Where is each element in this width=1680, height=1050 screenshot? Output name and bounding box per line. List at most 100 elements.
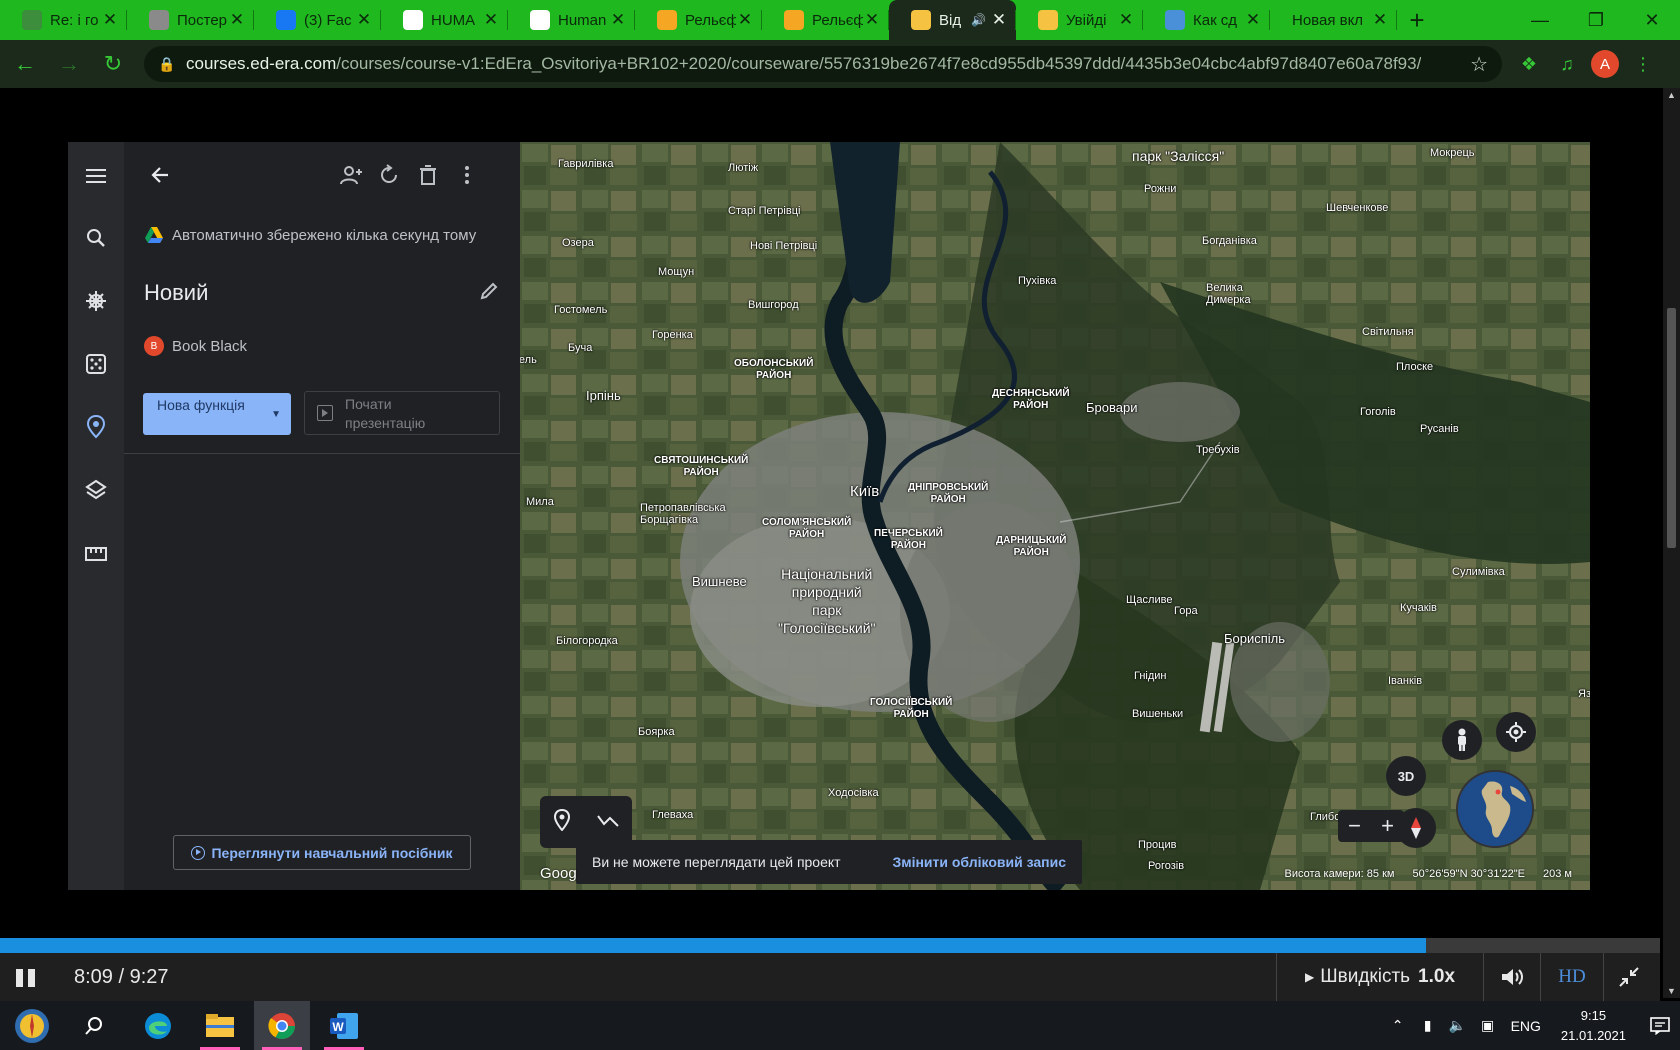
map-label: Гостомель xyxy=(554,304,608,316)
browser-tab[interactable]: Новая вкл ✕ xyxy=(1270,0,1397,40)
browser-tab[interactable]: Рельєф ✕ xyxy=(762,0,889,40)
edit-pencil-icon[interactable] xyxy=(476,278,502,304)
switch-account-link[interactable]: Змінити обліковий запис xyxy=(892,854,1066,870)
tab-audio-icon[interactable]: 🔊 xyxy=(971,13,986,27)
more-options-icon[interactable] xyxy=(452,160,482,190)
reload-icon[interactable]: ↻ xyxy=(94,45,132,83)
tab-close-icon[interactable]: ✕ xyxy=(736,10,754,30)
map-label: Пухівка xyxy=(1018,275,1057,287)
tab-close-icon[interactable]: ✕ xyxy=(1244,10,1262,30)
menu-icon[interactable] xyxy=(68,156,124,196)
tab-close-icon[interactable]: ✕ xyxy=(863,10,881,30)
undo-history-icon[interactable] xyxy=(374,160,404,190)
tab-title: Від xyxy=(939,11,962,29)
map-label: Шевченкове xyxy=(1326,202,1389,214)
bookmark-star-icon[interactable]: ☆ xyxy=(1470,52,1488,77)
scroll-down-arrow-icon[interactable]: ▼ xyxy=(1663,986,1680,996)
tab-close-icon[interactable]: ✕ xyxy=(228,10,246,30)
start-presentation-button[interactable]: Почати презентацію xyxy=(304,391,500,435)
project-title[interactable]: Новий xyxy=(144,280,208,306)
projects-pin-icon[interactable] xyxy=(68,407,124,447)
measure-ruler-icon[interactable] xyxy=(68,534,124,574)
network-icon[interactable]: ▣ xyxy=(1475,1017,1501,1034)
tab-close-icon[interactable]: ✕ xyxy=(1371,10,1389,30)
map-label: Світильня xyxy=(1362,326,1414,338)
google-earth-embed: Автоматично збережено кілька секунд тому… xyxy=(68,142,1590,890)
notifications-icon[interactable] xyxy=(1640,1001,1680,1050)
tab-close-icon[interactable]: ✕ xyxy=(482,10,500,30)
edge-browser-icon[interactable] xyxy=(130,1001,186,1050)
tab-close-icon[interactable]: ✕ xyxy=(609,10,627,30)
access-message: Ви не можете переглядати цей проект xyxy=(592,854,841,870)
video-timecode: 8:09 / 9:27 xyxy=(74,966,169,988)
relief-icon xyxy=(657,10,677,30)
restore-button[interactable]: ❐ xyxy=(1568,0,1624,40)
browser-tab[interactable]: HUMA ✕ xyxy=(381,0,508,40)
view-tutorial-button[interactable]: Переглянути навчальний посібник xyxy=(173,835,471,870)
minimize-button[interactable]: — xyxy=(1512,0,1568,40)
map-label: Ходосівка xyxy=(828,787,879,799)
back-arrow-icon[interactable]: ← xyxy=(6,45,44,83)
pegman-street-view-icon[interactable] xyxy=(1442,720,1482,760)
scrollbar-thumb[interactable] xyxy=(1667,308,1676,548)
search-icon[interactable] xyxy=(66,1001,122,1050)
input-language[interactable]: ENG xyxy=(1511,1018,1541,1034)
volume-icon[interactable] xyxy=(1500,965,1526,989)
tab-close-icon[interactable]: ✕ xyxy=(355,10,373,30)
battery-icon[interactable]: ▮ xyxy=(1415,1017,1441,1034)
new-tab-button[interactable]: + xyxy=(1397,0,1437,40)
owner-avatar: B xyxy=(144,336,164,356)
browser-tab[interactable]: Как сд ✕ xyxy=(1143,0,1270,40)
tab-title: Re: і го xyxy=(50,11,99,29)
word-app-icon[interactable]: W xyxy=(316,1001,372,1050)
forward-arrow-icon[interactable]: → xyxy=(50,45,88,83)
profile-avatar[interactable]: A xyxy=(1591,50,1619,78)
page-scrollbar[interactable]: ▲ ▼ xyxy=(1663,88,1680,998)
scroll-up-arrow-icon[interactable]: ▲ xyxy=(1663,90,1680,100)
draw-line-icon[interactable] xyxy=(596,812,620,833)
tab-close-icon[interactable]: ✕ xyxy=(101,10,119,30)
browser-tab[interactable]: Від 🔊 ✕ xyxy=(889,0,1016,40)
hd-quality-button[interactable]: HD xyxy=(1540,953,1604,1001)
globe-overview-icon[interactable] xyxy=(1456,770,1534,848)
map-label: парк "Залісся" xyxy=(1132,148,1225,164)
browser-tab[interactable]: Постер ✕ xyxy=(127,0,254,40)
zoom-in-icon[interactable]: + xyxy=(1381,813,1394,839)
share-add-person-icon[interactable] xyxy=(336,160,366,190)
video-progress-bar[interactable] xyxy=(0,938,1660,953)
media-controls-icon[interactable]: ♫ xyxy=(1548,45,1586,83)
file-explorer-icon[interactable] xyxy=(192,1001,248,1050)
pause-icon[interactable] xyxy=(16,969,36,987)
map-style-layers-icon[interactable] xyxy=(68,470,124,510)
browser-tab[interactable]: Увійді ✕ xyxy=(1016,0,1143,40)
browser-tab[interactable]: Human ✕ xyxy=(508,0,635,40)
browser-tab[interactable]: (3) Fac ✕ xyxy=(254,0,381,40)
address-bar[interactable]: 🔒 courses.ed-era.com /courses/course-v1:… xyxy=(144,46,1502,82)
back-arrow-icon[interactable] xyxy=(144,159,176,191)
satellite-map[interactable]: Гаврилівка Лютіж Старі Петрівці Нові Петрів… xyxy=(520,142,1590,890)
browser-menu-icon[interactable]: ⋮ xyxy=(1624,45,1662,83)
voyager-ship-wheel-icon[interactable] xyxy=(68,281,124,321)
tab-close-icon[interactable]: ✕ xyxy=(1117,10,1135,30)
browser-tab[interactable]: Рельєф ✕ xyxy=(635,0,762,40)
trash-delete-icon[interactable] xyxy=(413,160,443,190)
chrome-browser-icon[interactable] xyxy=(254,1001,310,1050)
add-placemark-icon[interactable] xyxy=(553,808,571,836)
tab-close-icon[interactable]: ✕ xyxy=(990,10,1008,30)
show-hidden-icons-icon[interactable]: ⌃ xyxy=(1385,1017,1411,1034)
my-location-icon[interactable] xyxy=(1496,712,1536,752)
start-shell-icon[interactable] xyxy=(4,1001,60,1050)
new-feature-button[interactable]: Нова функція ▼ xyxy=(143,393,291,435)
exit-fullscreen-icon[interactable] xyxy=(1618,966,1640,988)
browser-tab[interactable]: Re: і го ✕ xyxy=(0,0,127,40)
toggle-3d-button[interactable]: 3D xyxy=(1386,756,1426,796)
search-icon[interactable] xyxy=(68,218,124,258)
speaker-icon[interactable]: 🔈 xyxy=(1445,1017,1471,1034)
close-window-button[interactable]: ✕ xyxy=(1624,0,1680,40)
playback-speed-button[interactable]: ▶ Швидкість 1.0x xyxy=(1276,953,1484,1001)
feeling-lucky-dice-icon[interactable] xyxy=(68,344,124,384)
clock[interactable]: 9:15 21.01.2021 xyxy=(1561,1006,1626,1046)
compass-icon[interactable] xyxy=(1396,808,1436,848)
zoom-out-icon[interactable]: − xyxy=(1348,813,1361,839)
extensions-puzzle-icon[interactable]: ❖ xyxy=(1510,45,1548,83)
